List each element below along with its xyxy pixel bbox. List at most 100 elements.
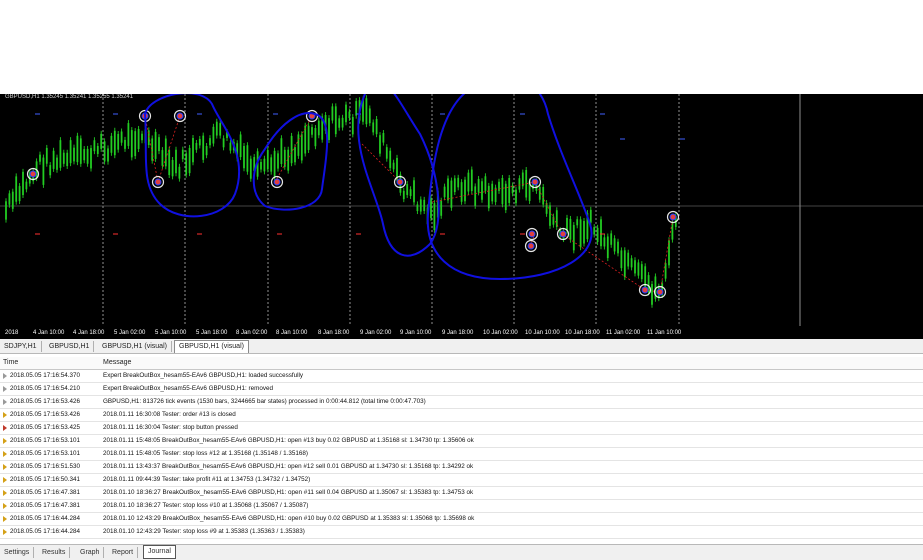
candle-body xyxy=(59,140,62,168)
candle-body xyxy=(375,119,378,135)
trade-marker xyxy=(154,178,162,186)
trade-marker xyxy=(656,288,664,296)
tab-report[interactable]: Report xyxy=(108,547,139,558)
trade-marker xyxy=(559,230,567,238)
journal-time: 2018.05.05 17:16:54.210 xyxy=(10,385,81,392)
candle-body xyxy=(566,217,568,231)
journal-row[interactable]: 2018.05.05 17:16:44.284 2018.01.10 12:43:… xyxy=(0,526,923,539)
candle-body xyxy=(307,125,310,150)
candle-body xyxy=(151,138,154,161)
candle-body xyxy=(351,117,354,135)
candle-body xyxy=(419,199,422,212)
warn-icon xyxy=(3,412,7,418)
journal-row[interactable]: 2018.05.05 17:16:53.101 2018.01.11 15:48:… xyxy=(0,448,923,461)
journal-row[interactable]: 2018.05.05 17:16:53.426 GBPUSD,H1: 813726… xyxy=(0,396,923,409)
candle-body xyxy=(474,186,477,206)
candle-body xyxy=(93,140,96,152)
journal-row[interactable]: 2018.05.05 17:16:50.341 2018.01.11 09:44:… xyxy=(0,474,923,487)
candle-body xyxy=(576,219,579,226)
chart-tab-gbpusd[interactable]: GBPUSD,H1 xyxy=(45,341,95,352)
journal-time: 2018.05.05 17:16:53.425 xyxy=(10,424,81,431)
journal-message: 2018.01.11 09:44:39 Tester: take profit … xyxy=(103,476,311,483)
candle-body xyxy=(640,264,643,280)
candle-body xyxy=(5,201,7,220)
journal-row[interactable]: 2018.05.05 17:16:47.381 2018.01.10 18:36:… xyxy=(0,500,923,513)
candle-body xyxy=(69,140,72,164)
candle-body xyxy=(345,104,347,123)
chart-tab-usdjpy[interactable]: SDJPY,H1 xyxy=(0,341,42,352)
xaxis-tick-label: 4 Jan 18:00 xyxy=(73,330,105,336)
price-chart[interactable]: 2018 4 Jan 10:00 4 Jan 18:00 5 Jan 02:00 5 J… xyxy=(0,94,923,339)
candle-body xyxy=(460,182,463,202)
journal-row[interactable]: 2018.05.05 17:16:47.381 2018.01.10 18:36:… xyxy=(0,487,923,500)
journal-time: 2018.05.05 17:16:51.530 xyxy=(10,463,81,470)
candle-body xyxy=(249,158,252,179)
candle-body xyxy=(141,133,143,141)
journal-row[interactable]: 2018.05.05 17:16:53.426 2018.01.11 16:30:… xyxy=(0,409,923,422)
candle-body xyxy=(96,145,99,154)
column-time[interactable]: Time xyxy=(3,358,18,368)
journal-row[interactable]: 2018.05.05 17:16:53.101 2018.01.11 15:48:… xyxy=(0,435,923,448)
journal-message: Expert BreakOutBox_hesam55-EAv6 GBPUSD,H… xyxy=(103,385,273,392)
chart-tabs-bar: SDJPY,H1 GBPUSD,H1 GBPUSD,H1 (visual) GB… xyxy=(0,339,923,354)
candle-body xyxy=(103,141,106,162)
journal-time: 2018.05.05 17:16:53.426 xyxy=(10,411,81,418)
journal-time: 2018.05.05 17:16:54.370 xyxy=(10,372,81,379)
journal-header: Time Message xyxy=(0,357,923,370)
candle-body xyxy=(290,135,293,164)
candle-body xyxy=(83,149,86,161)
candle-body xyxy=(338,118,341,128)
warn-icon xyxy=(3,438,7,444)
candle-body xyxy=(25,181,28,190)
candle-body xyxy=(168,149,171,176)
journal-time: 2018.05.05 17:16:44.284 xyxy=(10,515,81,522)
journal-message: 2018.01.10 12:43:29 BreakOutBox_hesam55-… xyxy=(103,515,475,522)
tab-journal[interactable]: Journal xyxy=(143,545,176,559)
journal-row[interactable]: 2018.05.05 17:16:44.284 2018.01.10 12:43:… xyxy=(0,513,923,526)
candle-body xyxy=(457,177,460,188)
warn-icon xyxy=(3,490,7,496)
candlestick-chart[interactable]: 2018 4 Jan 10:00 4 Jan 18:00 5 Jan 02:00 5 J… xyxy=(0,94,923,339)
candle-body xyxy=(365,98,368,125)
candle-body xyxy=(263,158,266,172)
journal-row[interactable]: 2018.05.05 17:16:54.210 Expert BreakOutBo… xyxy=(0,383,923,396)
candle-body xyxy=(385,147,388,159)
candle-body xyxy=(66,152,69,167)
xaxis-tick-label: 8 Jan 02:00 xyxy=(236,330,268,336)
xaxis-tick-label: 4 Jan 10:00 xyxy=(33,330,65,336)
candle-body xyxy=(39,154,41,162)
xaxis-tick-label: 11 Jan 10:00 xyxy=(647,330,682,336)
journal-message: 2018.01.10 18:36:27 Tester: stop loss #1… xyxy=(103,502,309,509)
journal-time: 2018.05.05 17:16:50.341 xyxy=(10,476,81,483)
candle-body xyxy=(589,209,592,223)
candle-body xyxy=(579,219,582,248)
trade-marker xyxy=(396,178,404,186)
tab-settings[interactable]: Settings xyxy=(0,547,35,558)
candle-body xyxy=(185,153,188,175)
journal-row[interactable]: 2018.05.05 17:16:51.530 2018.01.11 13:43:… xyxy=(0,461,923,474)
candle-body xyxy=(107,148,109,162)
xaxis-tick-label: 8 Jan 10:00 xyxy=(276,330,308,336)
chart-tab-gbpusd-visual[interactable]: GBPUSD,H1 (visual) xyxy=(98,341,172,352)
chart-tab-gbpusd-visual-active[interactable]: GBPUSD,H1 (visual) xyxy=(174,340,249,353)
candle-body xyxy=(409,189,412,196)
candle-body xyxy=(62,152,65,164)
candle-body xyxy=(617,241,619,254)
journal-row[interactable]: 2018.05.05 17:16:53.425 2018.01.11 16:30:… xyxy=(0,422,923,435)
journal-message: Expert BreakOutBox_hesam55-EAv6 GBPUSD,H… xyxy=(103,372,304,379)
journal-message: 2018.01.10 18:36:27 BreakOutBox_hesam55-… xyxy=(103,489,474,496)
candle-body xyxy=(229,142,232,151)
candle-body xyxy=(49,165,52,176)
candle-body xyxy=(508,177,511,203)
candle-body xyxy=(402,190,405,200)
journal-row[interactable]: 2018.05.05 17:16:54.370 Expert BreakOutBo… xyxy=(0,370,923,383)
column-message[interactable]: Message xyxy=(103,358,131,368)
tab-results[interactable]: Results xyxy=(38,547,71,558)
candle-body xyxy=(484,176,487,191)
tab-graph[interactable]: Graph xyxy=(76,547,105,558)
candle-body xyxy=(42,157,45,185)
candle-body xyxy=(470,169,473,192)
candle-body xyxy=(212,126,215,144)
candle-body xyxy=(549,205,551,226)
info-icon xyxy=(3,399,7,405)
